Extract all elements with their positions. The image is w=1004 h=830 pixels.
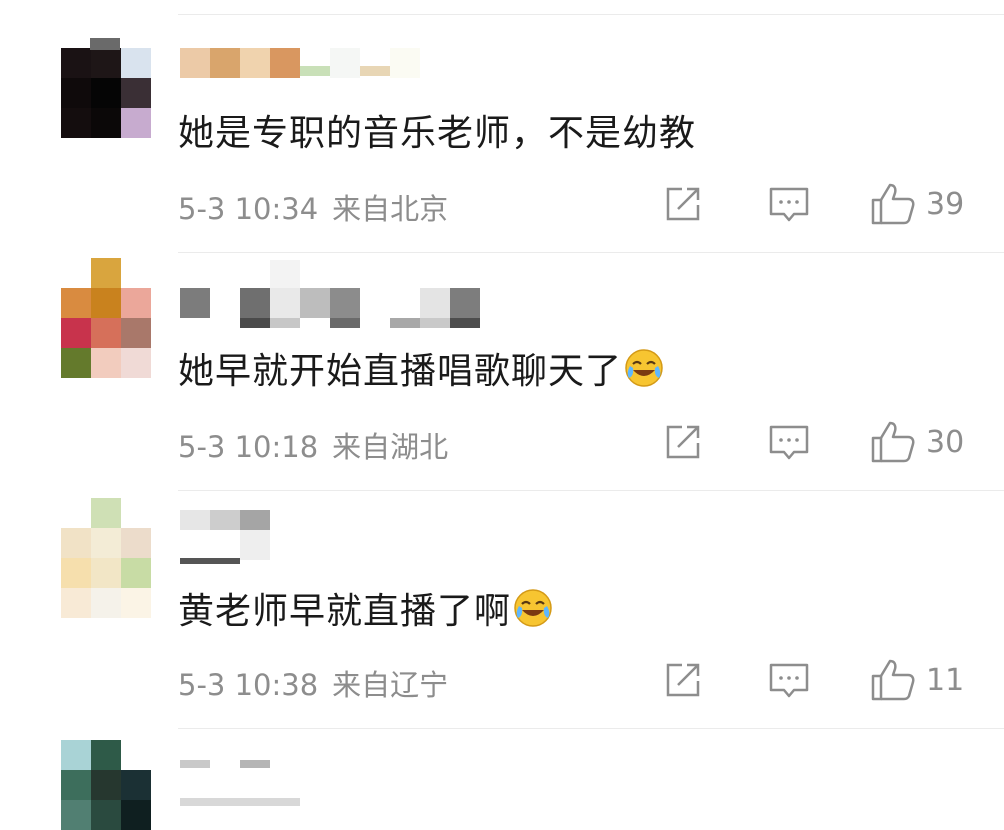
divider: [178, 252, 1004, 253]
like-count: 30: [926, 424, 965, 460]
share-button[interactable]: [663, 660, 703, 700]
divider: [178, 14, 1004, 15]
comment-text: 黄老师早就直播了啊: [178, 582, 553, 634]
comment-icon: [769, 663, 809, 698]
laugh-cry-emoji: [514, 589, 552, 627]
like-count: 39: [926, 186, 965, 222]
like-button[interactable]: 39: [870, 182, 964, 226]
avatar-accent: [90, 38, 120, 50]
avatar[interactable]: [61, 528, 151, 618]
comment-location: 来自湖北: [332, 430, 449, 464]
comment-text: 她是专职的音乐老师，不是幼教: [178, 113, 697, 154]
comment-meta: 5-3 10:34 来自北京: [178, 186, 448, 228]
comment-location: 来自北京: [332, 192, 449, 226]
like-count: 11: [926, 662, 965, 698]
share-icon: [666, 187, 700, 221]
comment-meta: 5-3 10:38 来自辽宁: [178, 662, 448, 704]
divider: [178, 490, 1004, 491]
comment-meta: 5-3 10:18 来自湖北: [178, 424, 448, 466]
share-icon: [666, 663, 700, 697]
reply-button[interactable]: [768, 422, 810, 464]
share-icon: [666, 425, 700, 459]
comment-location: 来自辽宁: [332, 668, 449, 702]
comment-text: 她早就开始直播唱歌聊天了: [178, 342, 664, 394]
like-button[interactable]: 30: [870, 420, 964, 464]
avatar[interactable]: [61, 288, 151, 378]
avatar-accent: [91, 498, 121, 528]
thumbs-up-icon: [871, 659, 915, 701]
comment-time: 5-3 10:34: [178, 192, 319, 226]
share-button[interactable]: [663, 422, 703, 462]
comment-icon: [769, 425, 809, 460]
avatar[interactable]: [61, 740, 151, 830]
comment-icon: [769, 187, 809, 222]
comment-time: 5-3 10:38: [178, 668, 319, 702]
share-button[interactable]: [663, 184, 703, 224]
avatar-accent: [91, 258, 121, 288]
thumbs-up-icon: [871, 183, 915, 225]
laugh-cry-emoji: [625, 349, 663, 387]
reply-button[interactable]: [768, 660, 810, 702]
comment-time: 5-3 10:18: [178, 430, 319, 464]
divider: [178, 728, 1004, 729]
thumbs-up-icon: [871, 421, 915, 463]
avatar[interactable]: [61, 48, 151, 138]
like-button[interactable]: 11: [870, 658, 964, 702]
reply-button[interactable]: [768, 184, 810, 226]
